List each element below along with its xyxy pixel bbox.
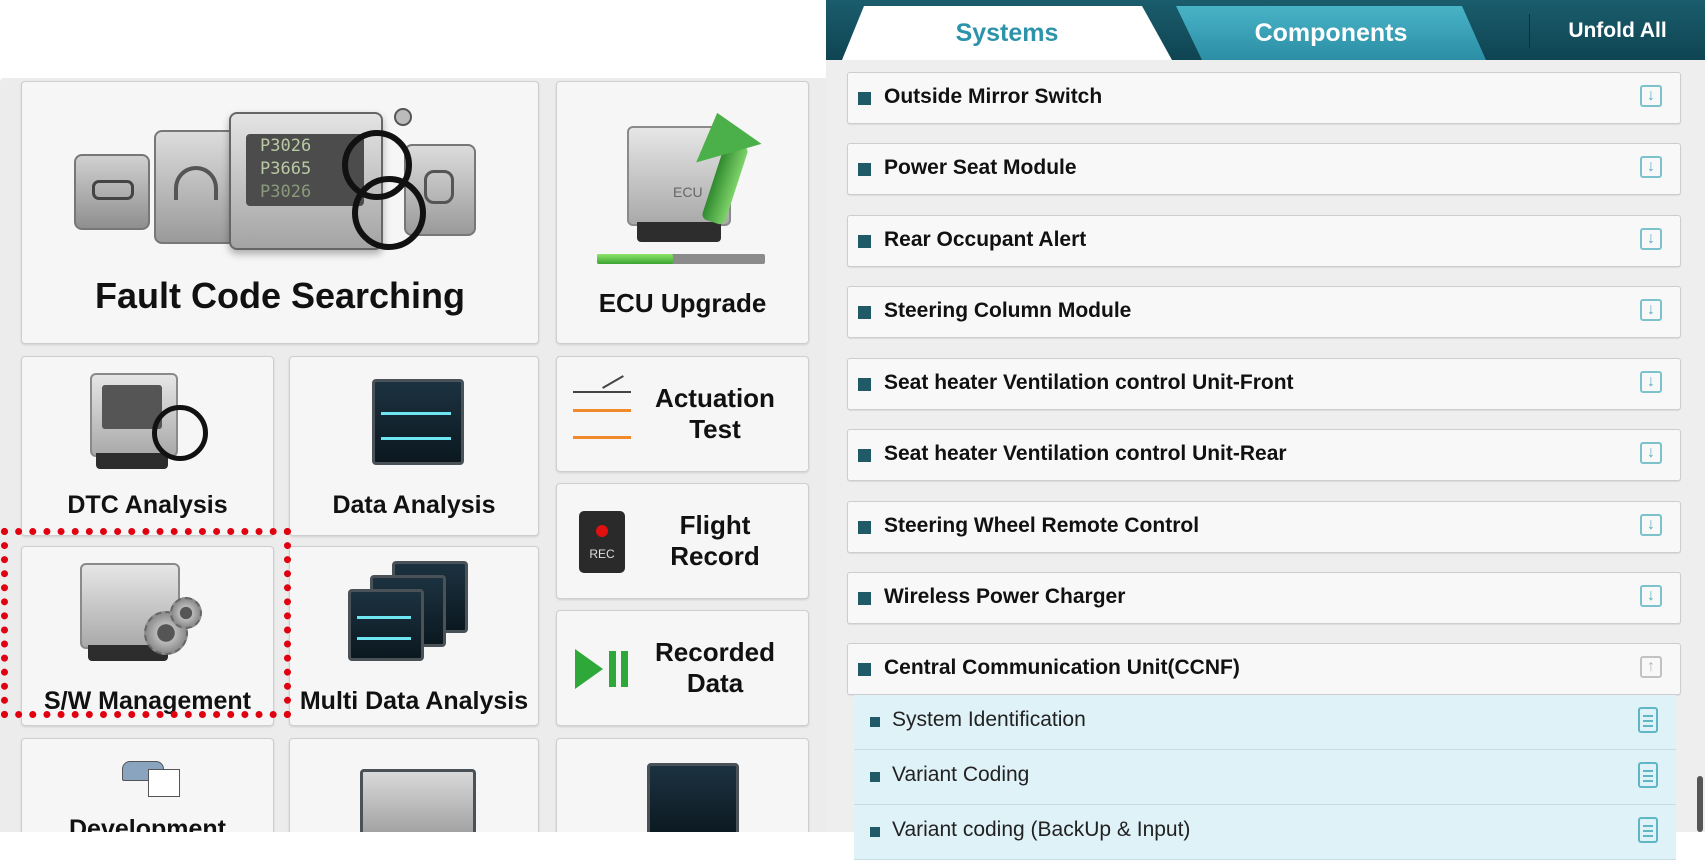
main-menu: P3026 P3665 P3026 Fault Code Searching E…: [0, 78, 828, 832]
system-row[interactable]: Steering Wheel Remote Control ↓: [847, 501, 1681, 553]
system-row[interactable]: Wireless Power Charger ↓: [847, 572, 1681, 624]
expand-down-icon[interactable]: ↓: [1640, 585, 1662, 607]
expand-down-icon[interactable]: ↓: [1640, 371, 1662, 393]
fault-code-searching-label: Fault Code Searching: [94, 275, 466, 316]
bullet-icon: [858, 235, 871, 248]
unfold-all-button[interactable]: Unfold All: [1530, 14, 1705, 48]
system-row[interactable]: Seat heater Ventilation control Unit-Fro…: [847, 358, 1681, 410]
system-row[interactable]: Outside Mirror Switch ↓: [847, 72, 1681, 124]
waveform-icon: [372, 379, 464, 465]
fault-code-searching-button[interactable]: P3026 P3665 P3026 Fault Code Searching: [21, 81, 539, 344]
multi-data-analysis-label: Multi Data Analysis: [299, 687, 529, 715]
system-name: Steering Wheel Remote Control: [884, 514, 1200, 537]
development-car-icon: [118, 755, 180, 797]
actuation-test-label: Actuation Test: [655, 383, 775, 444]
oscilloscope-button[interactable]: [289, 738, 539, 832]
system-row[interactable]: Steering Column Module ↓: [847, 286, 1681, 338]
dtc-analysis-button[interactable]: DTC Analysis: [21, 356, 274, 536]
data-analysis-label: Data Analysis: [332, 491, 496, 519]
system-name: Wireless Power Charger: [884, 585, 1126, 608]
tab-systems[interactable]: Systems: [842, 6, 1172, 60]
ecu-upgrade-button[interactable]: ECU ECU Upgrade: [556, 81, 809, 344]
sw-management-button[interactable]: S/W Management: [21, 546, 274, 726]
bullet-icon: [858, 449, 871, 462]
rec-badge: REC: [589, 547, 615, 561]
system-row[interactable]: Rear Occupant Alert ↓: [847, 215, 1681, 267]
upgrade-progress-bar: [597, 254, 765, 264]
bullet-icon: [858, 163, 871, 176]
expand-down-icon[interactable]: ↓: [1640, 299, 1662, 321]
bullet-icon: [858, 592, 871, 605]
system-name: Steering Column Module: [884, 299, 1132, 322]
flight-record-button[interactable]: REC Flight Record: [556, 483, 809, 599]
document-icon: [1638, 707, 1658, 733]
sw-management-label: S/W Management: [44, 687, 251, 715]
system-list: Outside Mirror Switch ↓ Power Seat Modul…: [826, 72, 1705, 860]
actuation-switch-icon: [573, 375, 633, 439]
system-row[interactable]: Seat heater Ventilation control Unit-Rea…: [847, 429, 1681, 481]
play-pause-icon: [575, 649, 635, 689]
document-icon: [1638, 817, 1658, 843]
signal-measurement-button[interactable]: [556, 738, 809, 832]
system-name: Seat heater Ventilation control Unit-Rea…: [884, 442, 1287, 465]
ccnf-item-label: Variant coding (BackUp & Input): [892, 818, 1191, 841]
system-row-ccnf[interactable]: Central Communication Unit(CCNF) ↑: [847, 643, 1681, 695]
fault-code-3: P3026: [260, 182, 312, 202]
system-name: Central Communication Unit(CCNF): [884, 656, 1240, 679]
fault-code-1: P3026: [260, 136, 312, 156]
signal-wave-icon: [647, 763, 739, 832]
ccnf-item-variant-coding[interactable]: Variant Coding: [854, 750, 1676, 805]
tab-components[interactable]: Components: [1176, 6, 1486, 60]
upgrade-arrow-icon: [684, 103, 762, 226]
ccnf-item-label: System Identification: [892, 708, 1086, 731]
fault-code-illustration-icon: P3026 P3665 P3026: [74, 104, 504, 254]
ecu-upgrade-label: ECU Upgrade: [598, 288, 767, 318]
system-name: Seat heater Ventilation control Unit-Fro…: [884, 371, 1294, 394]
system-row[interactable]: Power Seat Module ↓: [847, 143, 1681, 195]
bullet-icon: [870, 772, 880, 782]
ccnf-item-variant-coding-backup[interactable]: Variant coding (BackUp & Input): [854, 805, 1676, 860]
fault-code-2: P3665: [260, 159, 312, 179]
tab-bar: Systems Components Unfold All: [826, 0, 1705, 60]
data-analysis-button[interactable]: Data Analysis: [289, 356, 539, 536]
recorded-data-button[interactable]: Recorded Data: [556, 610, 809, 726]
list-scrollbar[interactable]: [1697, 776, 1703, 832]
dtc-analysis-label: DTC Analysis: [67, 491, 228, 519]
bullet-icon: [858, 521, 871, 534]
expand-down-icon[interactable]: ↓: [1640, 442, 1662, 464]
system-name: Rear Occupant Alert: [884, 228, 1087, 251]
development-label: Development: [69, 815, 226, 832]
expand-down-icon[interactable]: ↓: [1640, 228, 1662, 250]
expand-down-icon[interactable]: ↓: [1640, 85, 1662, 107]
multi-data-analysis-button[interactable]: Multi Data Analysis: [289, 546, 539, 726]
system-panel: Systems Components Unfold All Outside Mi…: [826, 0, 1705, 860]
actuation-test-button[interactable]: Actuation Test: [556, 356, 809, 472]
recorded-data-label: Recorded Data: [655, 637, 775, 698]
document-icon: [1638, 762, 1658, 788]
collapse-up-icon[interactable]: ↑: [1640, 656, 1662, 678]
rec-icon: REC: [579, 511, 625, 573]
system-name: Power Seat Module: [884, 156, 1077, 179]
system-name: Outside Mirror Switch: [884, 85, 1103, 108]
oscilloscope-icon: [360, 769, 476, 832]
expand-down-icon[interactable]: ↓: [1640, 514, 1662, 536]
flight-record-label: Flight Record: [670, 510, 760, 571]
development-button[interactable]: Development: [21, 738, 274, 832]
expand-down-icon[interactable]: ↓: [1640, 156, 1662, 178]
ccnf-item-system-identification[interactable]: System Identification: [854, 695, 1676, 750]
bullet-icon: [858, 663, 871, 676]
bullet-icon: [858, 306, 871, 319]
ccnf-item-label: Variant Coding: [892, 763, 1030, 786]
bullet-icon: [870, 717, 880, 727]
stethoscope-icon: [152, 405, 208, 461]
bullet-icon: [858, 92, 871, 105]
bullet-icon: [870, 827, 880, 837]
bullet-icon: [858, 378, 871, 391]
